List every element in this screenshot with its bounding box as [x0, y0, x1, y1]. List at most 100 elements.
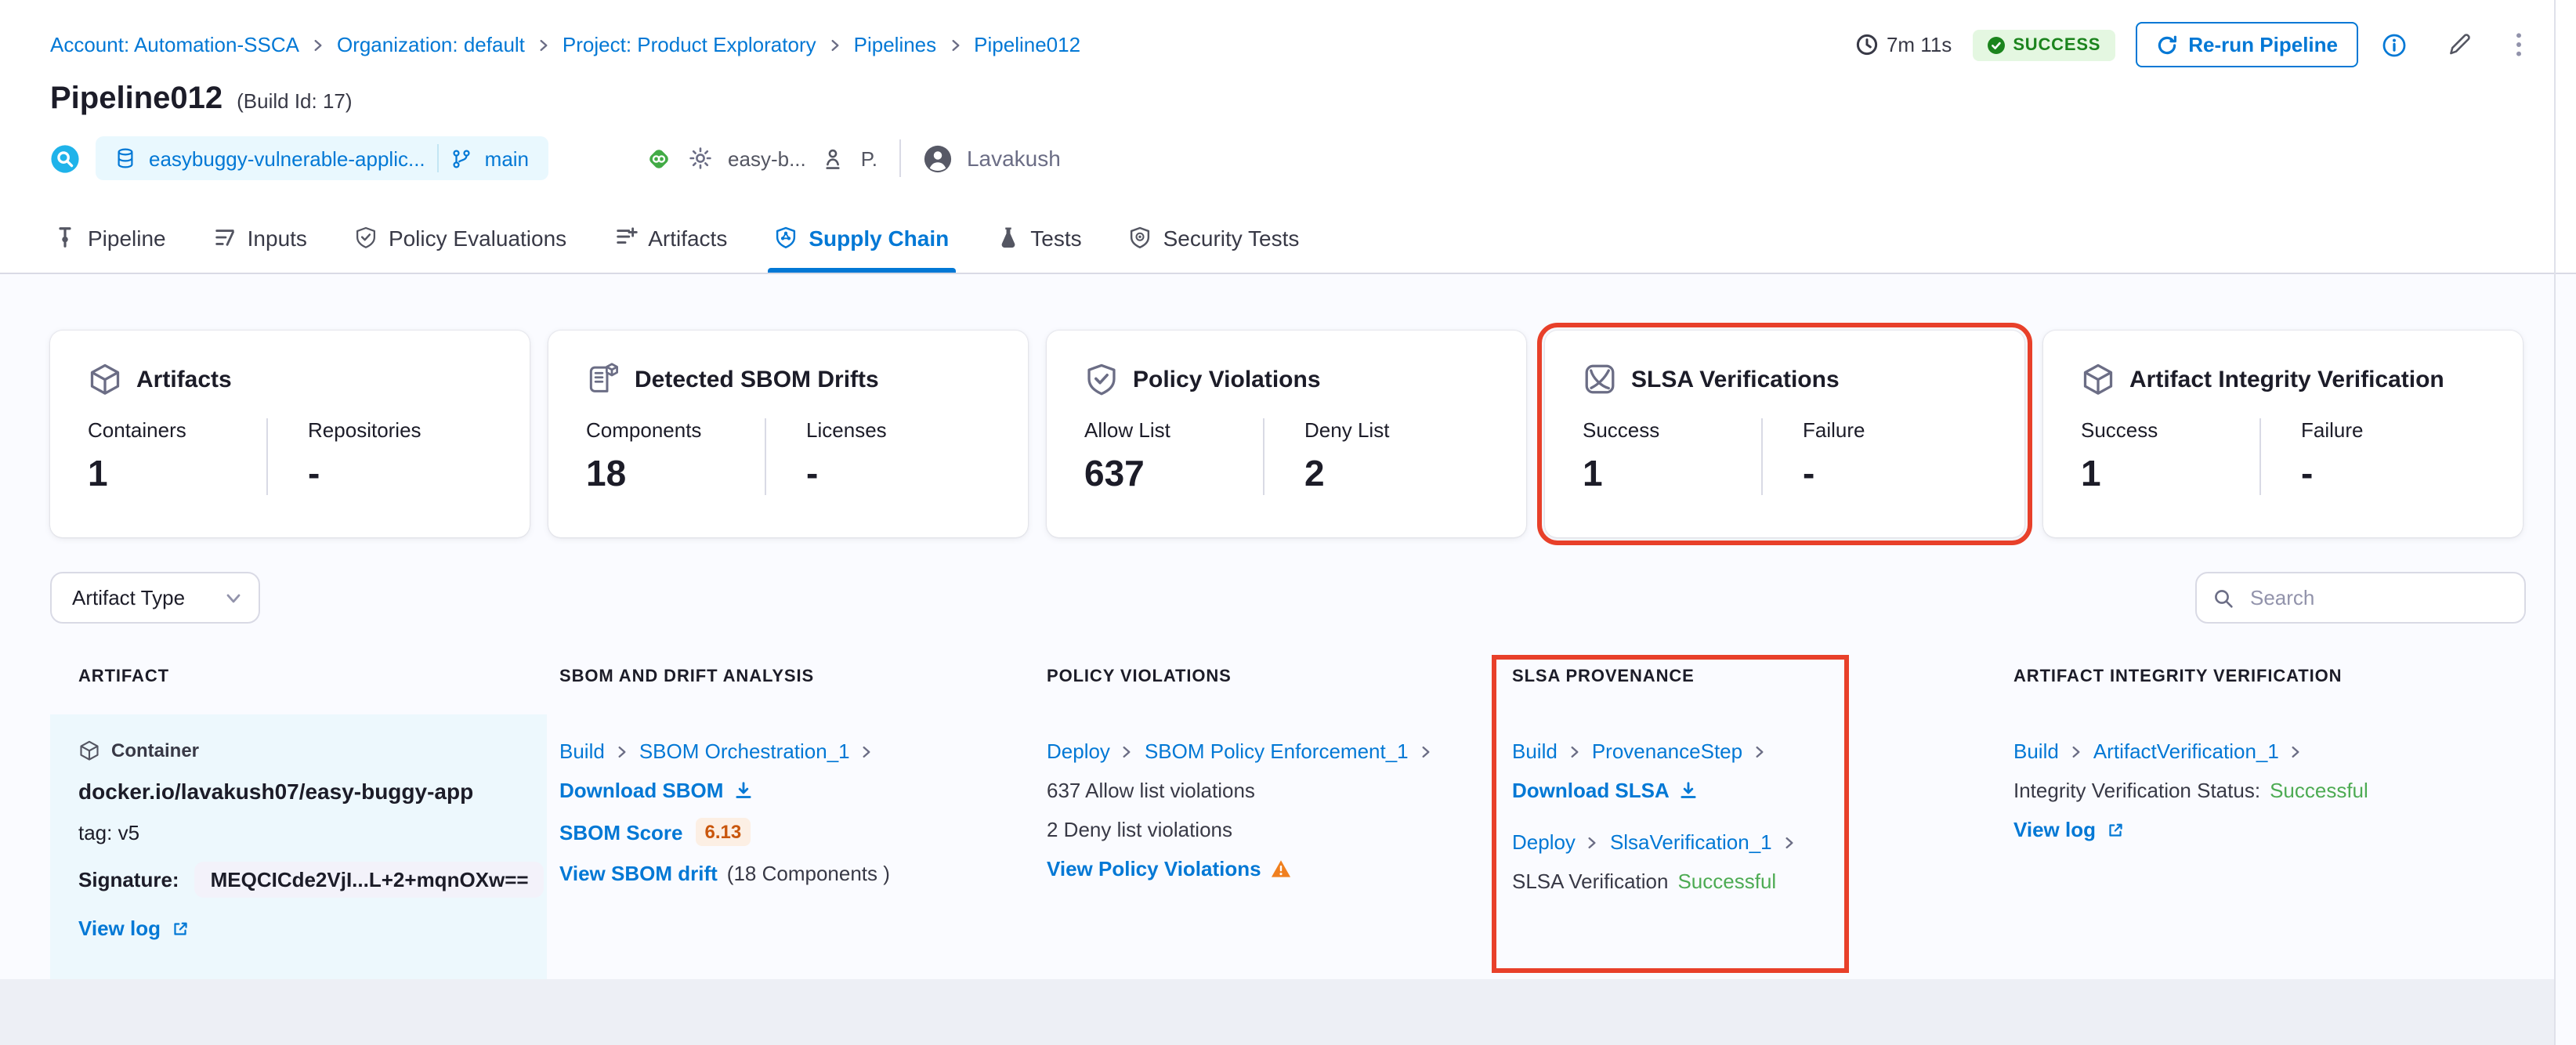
- stat-value: -: [1803, 453, 1815, 494]
- breadcrumb-pipelines[interactable]: Pipelines: [854, 33, 937, 56]
- stat-value: 1: [2081, 453, 2101, 494]
- stage-link[interactable]: Build: [2013, 739, 2059, 763]
- integrity-cell: Build ArtifactVerification_1 Integrity V…: [2001, 714, 2526, 981]
- slsa-status-label: SLSA Verification: [1512, 870, 1669, 893]
- policy-cell: Deploy SBOM Policy Enforcement_1 637 All…: [1034, 714, 1500, 981]
- signature-value[interactable]: MEQCICde2VjI...L+2+mqnOXw==: [194, 862, 545, 898]
- chevron-right-icon: [827, 37, 843, 52]
- view-policy-violations-link[interactable]: View Policy Violations: [1047, 857, 1261, 880]
- chevron-right-icon: [1567, 743, 1583, 759]
- view-log-link[interactable]: View log: [2013, 818, 2096, 841]
- step-link[interactable]: SBOM Orchestration_1: [639, 739, 850, 763]
- stat-label: Deny List: [1304, 418, 1390, 442]
- breadcrumb-pipeline012[interactable]: Pipeline012: [974, 33, 1080, 56]
- sbom-scroll-icon: [586, 362, 620, 396]
- stat-label: Failure: [1803, 418, 1865, 442]
- breadcrumb-organization[interactable]: Organization: default: [337, 33, 525, 56]
- pipeline-icon: [59, 227, 71, 248]
- integrity-status-label: Integrity Verification Status:: [2013, 779, 2261, 802]
- chevron-right-icon: [2068, 743, 2084, 759]
- col-artifact: ARTIFACT: [78, 667, 169, 686]
- service-name[interactable]: easy-b...: [728, 146, 806, 170]
- step-link[interactable]: ProvenanceStep: [1592, 739, 1742, 763]
- download-slsa-link[interactable]: Download SLSA: [1512, 779, 1670, 802]
- col-integrity: ARTIFACT INTEGRITY VERIFICATION: [2013, 667, 2343, 686]
- rerun-pipeline-button[interactable]: Re-run Pipeline: [2135, 22, 2358, 67]
- divider: [899, 139, 901, 177]
- step-link[interactable]: SlsaVerification_1: [1610, 830, 1772, 854]
- tab-label: Policy Evaluations: [388, 225, 567, 250]
- environment-name[interactable]: P.: [861, 146, 877, 170]
- tab-supply-chain[interactable]: Supply Chain: [768, 202, 957, 273]
- card-title: Policy Violations: [1133, 366, 1321, 392]
- stage-link[interactable]: Deploy: [1047, 739, 1110, 763]
- edit-pipeline-button[interactable]: [2443, 28, 2476, 61]
- cube-icon: [2081, 362, 2115, 396]
- info-icon: [2382, 33, 2406, 56]
- tab-label: Pipeline: [88, 225, 166, 250]
- stat-label: Success: [2081, 418, 2158, 442]
- search-input[interactable]: [2247, 584, 2509, 611]
- info-button[interactable]: [2379, 29, 2410, 60]
- chevron-right-icon: [859, 743, 875, 759]
- warning-icon: [1271, 859, 1291, 879]
- breadcrumb-project[interactable]: Project: Product Exploratory: [563, 33, 816, 56]
- sbom-score-link[interactable]: SBOM Score: [559, 820, 683, 844]
- tab-inputs[interactable]: Inputs: [213, 202, 307, 273]
- execution-header: Account: Automation-SSCA Organization: d…: [0, 0, 2576, 202]
- sbom-drift-count: (18 Components ): [726, 862, 890, 885]
- trigger-icon: [51, 144, 79, 172]
- stat-label: Allow List: [1084, 418, 1170, 442]
- chevron-down-icon: [224, 588, 243, 607]
- artifact-type-select[interactable]: Artifact Type: [50, 572, 260, 624]
- card-artifacts: Artifacts Containers 1 Repositories -: [50, 331, 530, 537]
- branch-link[interactable]: main: [485, 146, 529, 170]
- tab-label: Tests: [1030, 225, 1082, 250]
- stat-label: Success: [1583, 418, 1660, 442]
- scrollbar-track[interactable]: [2554, 0, 2556, 1045]
- clock-icon: [1856, 34, 1878, 56]
- step-link[interactable]: ArtifactVerification_1: [2093, 739, 2279, 763]
- stat-value: 1: [1583, 453, 1603, 494]
- repo-name-link[interactable]: easybuggy-vulnerable-applic...: [149, 146, 425, 170]
- external-link-icon: [170, 919, 189, 938]
- tab-label: Supply Chain: [809, 225, 950, 250]
- git-branch-icon: [454, 149, 471, 168]
- tab-artifacts[interactable]: Artifacts: [613, 202, 727, 273]
- stage-link[interactable]: Build: [559, 739, 605, 763]
- stat-value: 2: [1304, 453, 1325, 494]
- view-log-link[interactable]: View log: [78, 917, 161, 940]
- stat-value: 637: [1084, 453, 1145, 494]
- tab-tests[interactable]: Tests: [996, 202, 1082, 273]
- tab-pipeline[interactable]: Pipeline: [53, 202, 166, 273]
- shield-check-icon: [1084, 362, 1119, 396]
- refresh-icon: [2158, 34, 2176, 54]
- view-sbom-drift-link[interactable]: View SBOM drift: [559, 862, 718, 885]
- kebab-menu-icon: [2516, 33, 2521, 56]
- stat-value: 18: [586, 453, 627, 494]
- tab-policy-evaluations[interactable]: Policy Evaluations: [354, 202, 566, 273]
- service-link-icon: [649, 149, 668, 168]
- stage-link[interactable]: Deploy: [1512, 830, 1576, 854]
- download-sbom-link[interactable]: Download SBOM: [559, 779, 723, 802]
- filter-row: Artifact Type: [50, 572, 2526, 624]
- artifact-type-label: Artifact Type: [72, 586, 186, 609]
- stage-link[interactable]: Build: [1512, 739, 1558, 763]
- signature-label: Signature:: [78, 868, 179, 891]
- card-policy-violations: Policy Violations Allow List 637 Deny Lis…: [1047, 331, 1526, 537]
- artifact-tag: tag: v5: [78, 821, 140, 844]
- breadcrumb-account[interactable]: Account: Automation-SSCA: [50, 33, 299, 56]
- container-cube-icon: [78, 739, 100, 761]
- flask-icon: [1000, 227, 1015, 248]
- avatar-icon: [924, 144, 952, 172]
- artifact-cell: Container docker.io/lavakush07/easy-bugg…: [50, 714, 547, 981]
- more-options-button[interactable]: [2512, 28, 2526, 61]
- page-title: Pipeline012: [50, 81, 223, 116]
- card-slsa-verifications: SLSA Verifications Success 1 Failure -: [1537, 323, 2032, 545]
- build-id: (Build Id: 17): [237, 89, 353, 113]
- step-link[interactable]: SBOM Policy Enforcement_1: [1145, 739, 1409, 763]
- chevron-right-icon: [1418, 743, 1434, 759]
- chevron-right-icon: [2288, 743, 2304, 759]
- breadcrumb: Account: Automation-SSCA Organization: d…: [50, 33, 1080, 56]
- tab-security-tests[interactable]: Security Tests: [1129, 202, 1299, 273]
